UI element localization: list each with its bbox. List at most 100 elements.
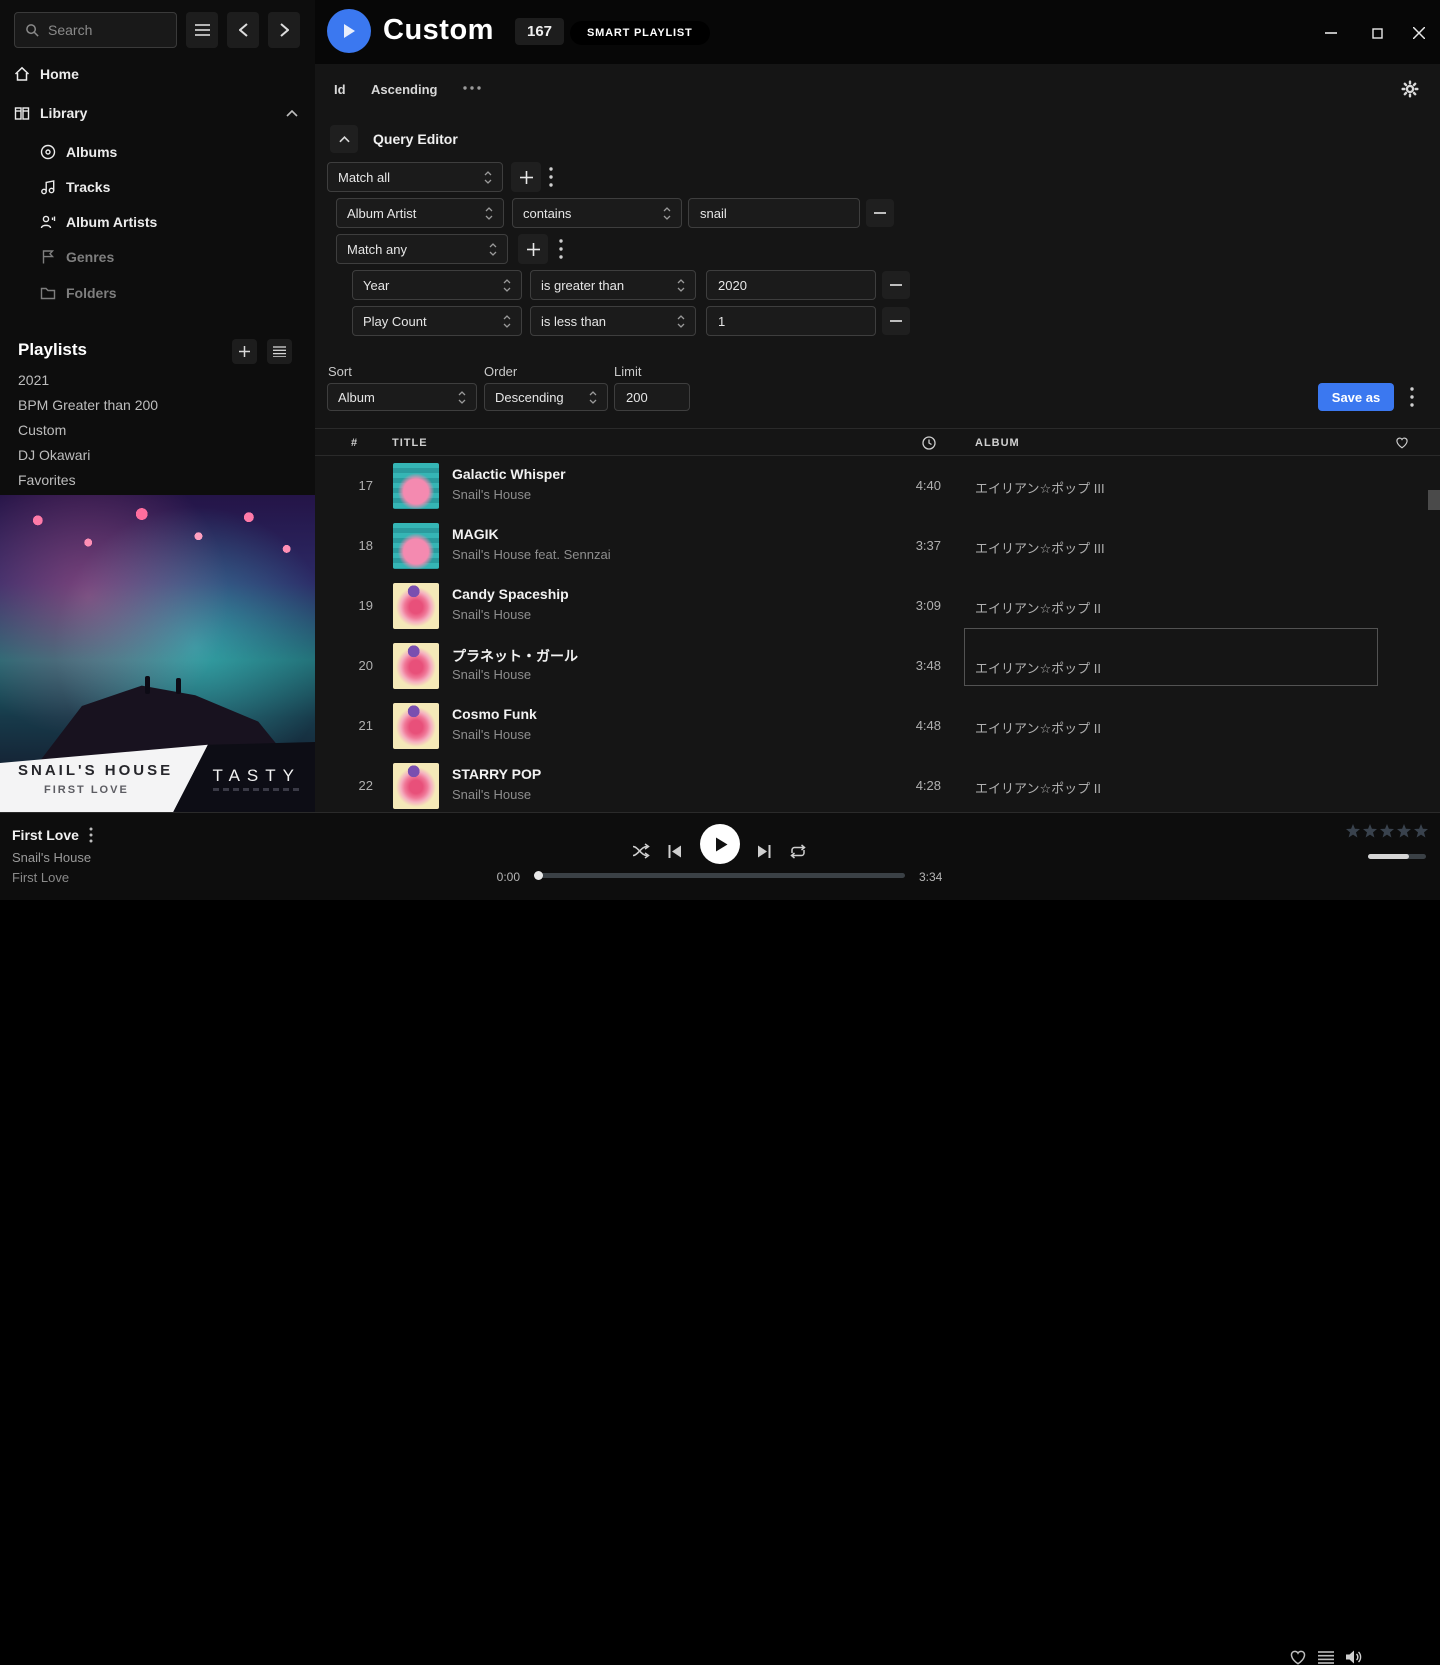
rule-operator-select[interactable]: contains xyxy=(512,198,682,228)
play-playlist-button[interactable] xyxy=(327,9,371,53)
column-index[interactable]: # xyxy=(351,437,358,449)
artwork-title-text: FIRST LOVE xyxy=(44,784,129,796)
limit-input[interactable]: 200 xyxy=(614,383,690,411)
column-title[interactable]: TITLE xyxy=(392,437,428,449)
favorite-button[interactable] xyxy=(1289,1649,1307,1665)
remove-rule-button[interactable] xyxy=(882,271,910,299)
settings-button[interactable] xyxy=(1401,80,1419,98)
star-icon[interactable] xyxy=(1362,823,1378,839)
search-box[interactable] xyxy=(14,12,177,48)
add-playlist-button[interactable] xyxy=(232,339,257,364)
menu-button[interactable] xyxy=(186,12,218,48)
track-artwork xyxy=(393,763,439,809)
sidebar-item-folders[interactable]: Folders xyxy=(40,285,117,301)
star-icon[interactable] xyxy=(1345,823,1361,839)
previous-track-button[interactable] xyxy=(668,845,683,858)
playlist-list-view-button[interactable] xyxy=(267,339,292,364)
remove-rule-button[interactable] xyxy=(866,199,894,227)
sidebar-item-tracks[interactable]: Tracks xyxy=(40,179,110,195)
sort-direction-button[interactable]: Ascending xyxy=(371,82,437,97)
select-chevrons-icon xyxy=(485,207,493,220)
match-type-select[interactable]: Match all xyxy=(327,162,503,192)
rule-field-select[interactable]: Album Artist xyxy=(336,198,504,228)
playlist-item[interactable]: 2021 xyxy=(18,372,49,388)
star-icon[interactable] xyxy=(1379,823,1395,839)
rule-field-select[interactable]: Play Count xyxy=(352,306,522,336)
smart-playlist-badge: SMART PLAYLIST xyxy=(570,21,710,45)
add-rule-button[interactable] xyxy=(518,234,548,264)
collapse-query-editor-button[interactable] xyxy=(330,125,358,153)
nav-forward-button[interactable] xyxy=(268,12,300,48)
chevron-up-icon xyxy=(339,136,350,143)
order-select[interactable]: Descending xyxy=(484,383,608,411)
sidebar-item-album-artists[interactable]: Album Artists xyxy=(40,214,157,230)
artwork-label-logo: TASTY xyxy=(212,766,301,786)
library-icon xyxy=(14,105,30,121)
chevron-up-icon[interactable] xyxy=(286,110,298,117)
now-playing-artwork[interactable]: SNAIL'S HOUSE FIRST LOVE TASTY xyxy=(0,495,315,812)
track-options-button[interactable] xyxy=(89,827,93,843)
window-maximize-button[interactable] xyxy=(1366,22,1388,44)
sidebar-item-library[interactable]: Library xyxy=(14,105,298,121)
sort-field-button[interactable]: Id xyxy=(334,82,346,97)
rule-value-input[interactable]: 1 xyxy=(706,306,876,336)
playlist-item[interactable]: Custom xyxy=(18,422,66,438)
play-pause-button[interactable] xyxy=(700,824,740,864)
scrollbar-thumb[interactable] xyxy=(1428,490,1440,510)
queue-button[interactable] xyxy=(1318,1651,1334,1664)
search-input[interactable] xyxy=(48,22,158,38)
star-icon[interactable] xyxy=(1413,823,1429,839)
column-album[interactable]: ALBUM xyxy=(975,437,1020,449)
save-as-button[interactable]: Save as xyxy=(1318,383,1394,411)
window-minimize-button[interactable] xyxy=(1320,22,1342,44)
now-playing-artist[interactable]: Snail's House xyxy=(12,850,91,865)
shuffle-button[interactable] xyxy=(632,843,651,859)
playlist-item[interactable]: Favorites xyxy=(18,472,76,488)
now-playing-album[interactable]: First Love xyxy=(12,870,69,885)
group-options-button[interactable] xyxy=(549,167,553,187)
add-rule-button[interactable] xyxy=(511,162,541,192)
playlist-item[interactable]: BPM Greater than 200 xyxy=(18,397,158,413)
select-chevrons-icon xyxy=(677,315,685,328)
artwork-figure xyxy=(176,678,181,694)
seek-slider[interactable] xyxy=(535,873,905,878)
list-icon xyxy=(273,346,286,357)
query-options-button[interactable] xyxy=(1410,387,1414,407)
volume-slider[interactable] xyxy=(1368,854,1426,859)
group-options-button[interactable] xyxy=(559,239,563,259)
now-playing-title: First Love xyxy=(12,827,79,843)
volume-fill xyxy=(1368,854,1409,859)
repeat-button[interactable] xyxy=(789,844,807,859)
track-row[interactable]: 18 MAGIK Snail's House feat. Sennzai 3:3… xyxy=(315,516,1440,576)
match-type-select[interactable]: Match any xyxy=(336,234,508,264)
track-row[interactable]: 17 Galactic Whisper Snail's House 4:40 エ… xyxy=(315,456,1440,516)
track-row[interactable]: 19 Candy Spaceship Snail's House 3:09 エイ… xyxy=(315,576,1440,636)
rule-field-select[interactable]: Year xyxy=(352,270,522,300)
rule-operator-select[interactable]: is less than xyxy=(530,306,696,336)
sidebar-item-home[interactable]: Home xyxy=(14,66,79,82)
sidebar-item-genres[interactable]: Genres xyxy=(40,249,114,265)
star-icon[interactable] xyxy=(1396,823,1412,839)
heart-icon[interactable] xyxy=(1395,436,1409,449)
limit-label: Limit xyxy=(614,364,641,379)
sort-select[interactable]: Album xyxy=(327,383,477,411)
clock-icon[interactable] xyxy=(922,436,936,450)
next-track-button[interactable] xyxy=(756,845,771,858)
sidebar-item-albums[interactable]: Albums xyxy=(40,144,117,160)
select-chevrons-icon xyxy=(663,207,671,220)
nav-back-button[interactable] xyxy=(227,12,259,48)
rule-operator-select[interactable]: is greater than xyxy=(530,270,696,300)
rule-value-input[interactable]: 2020 xyxy=(706,270,876,300)
rule-value-input[interactable]: snail xyxy=(688,198,860,228)
artwork-artist-text: SNAIL'S HOUSE xyxy=(18,762,173,779)
track-row[interactable]: 21 Cosmo Funk Snail's House 4:48 エイリアン☆ポ… xyxy=(315,696,1440,756)
focused-cell-outline xyxy=(964,628,1378,686)
window-close-button[interactable] xyxy=(1408,22,1430,44)
seek-handle[interactable] xyxy=(534,871,543,880)
track-row[interactable]: 22 STARRY POP Snail's House 4:28 エイリアン☆ポ… xyxy=(315,756,1440,812)
playlist-item[interactable]: DJ Okawari xyxy=(18,447,90,463)
more-options-button[interactable] xyxy=(463,86,481,90)
remove-rule-button[interactable] xyxy=(882,307,910,335)
volume-icon[interactable] xyxy=(1345,1649,1363,1665)
rating-stars xyxy=(1345,823,1429,839)
